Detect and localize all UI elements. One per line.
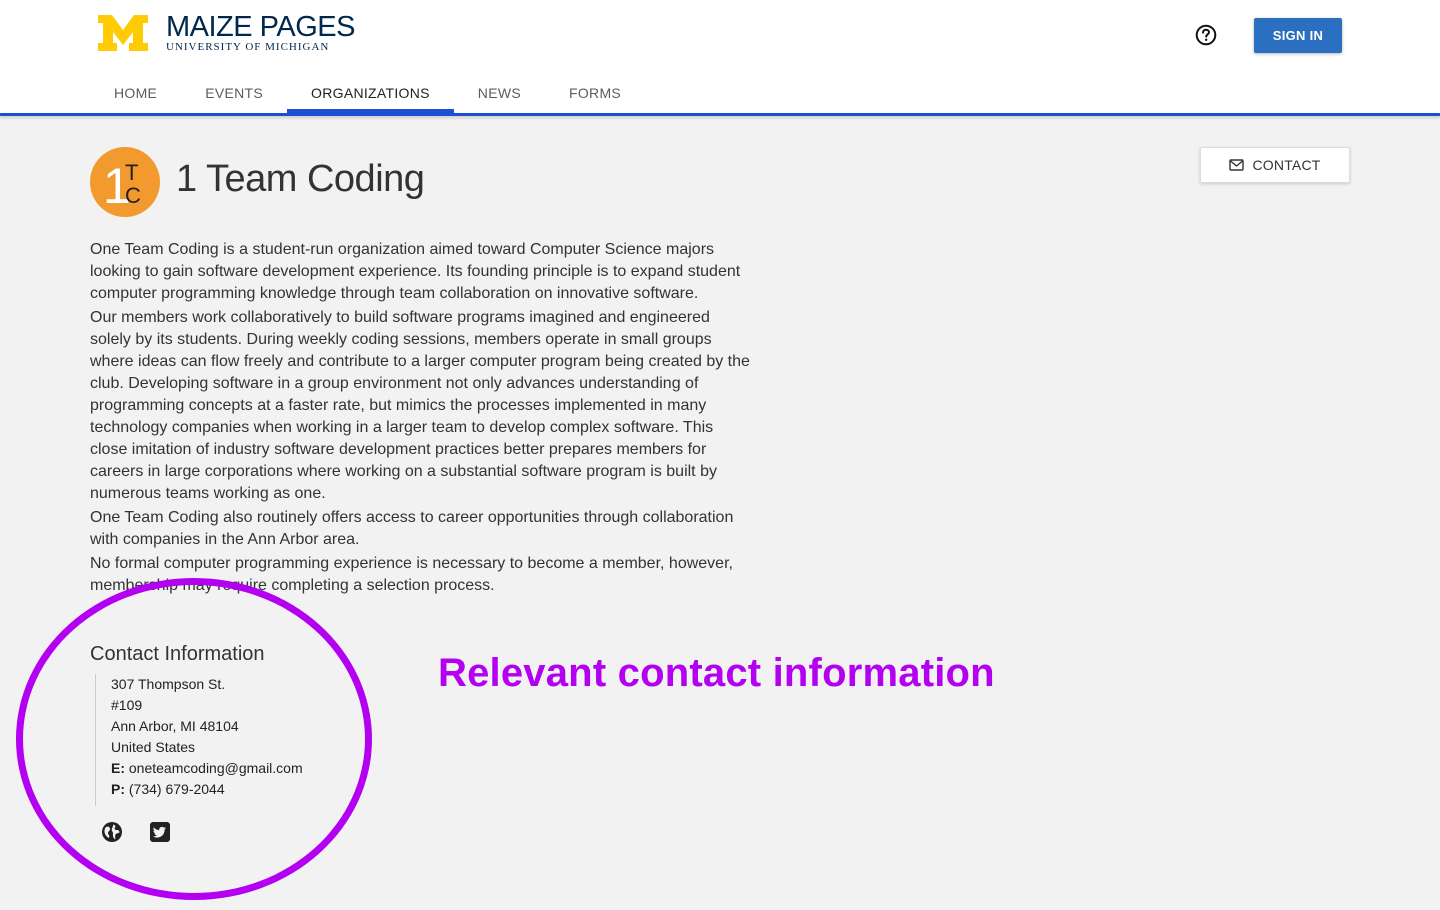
tab-forms[interactable]: FORMS [545,70,645,113]
phone-label: P: [111,781,125,797]
brand-logo[interactable]: MAIZE PAGES UNIVERSITY OF MICHIGAN [97,10,355,53]
social-links [101,821,171,843]
tab-news[interactable]: NEWS [454,70,545,113]
org-name: 1 Team Coding [176,158,425,200]
brand-title: MAIZE PAGES [166,10,355,43]
description-paragraph: No formal computer programming experienc… [90,555,733,594]
contact-phone[interactable]: (734) 679-2044 [129,781,225,797]
contact-info-heading: Contact Information [90,643,265,665]
contact-button[interactable]: CONTACT [1200,147,1350,183]
question-circle-icon [1195,24,1217,46]
org-logo-t: T [125,160,138,185]
sign-in-button[interactable]: SIGN IN [1254,18,1342,53]
contact-address-block: 307 Thompson St. #109 Ann Arbor, MI 4810… [95,674,335,806]
contact-email-row: E: oneteamcoding@gmail.com [111,758,335,779]
globe-icon[interactable] [101,821,123,843]
annotation-label: Relevant contact information [438,651,995,695]
help-button[interactable] [1194,23,1218,47]
description-paragraph: One Team Coding also routinely offers ac… [90,509,734,548]
twitter-icon[interactable] [149,821,171,843]
description-paragraph: One Team Coding is a student-run organiz… [90,241,741,302]
address-line-2: #109 [111,697,143,713]
tab-events[interactable]: EVENTS [181,70,287,113]
brand-text: MAIZE PAGES UNIVERSITY OF MICHIGAN [166,10,355,53]
email-label: E: [111,760,125,776]
contact-phone-row: P: (734) 679-2044 [111,779,335,800]
org-logo-c: C [125,183,141,208]
org-description: One Team Coding is a student-run organiz… [90,239,750,599]
envelope-icon [1229,159,1245,171]
description-paragraph: Our members work collaboratively to buil… [90,309,750,502]
tab-organizations[interactable]: ORGANIZATIONS [287,70,454,113]
brand-subtitle: UNIVERSITY OF MICHIGAN [166,40,330,53]
contact-email[interactable]: oneteamcoding@gmail.com [129,760,303,776]
address-country: United States [111,739,196,755]
address-line-3: Ann Arbor, MI 48104 [111,718,239,734]
org-logo-graphic: 1 T C [103,158,141,214]
address-line-1: 307 Thompson St. [111,676,226,692]
top-navigation-bar: MAIZE PAGES UNIVERSITY OF MICHIGAN SIGN … [0,0,1440,116]
org-logo: 1 T C [90,147,160,217]
main-nav-tabs: HOME EVENTS ORGANIZATIONS NEWS FORMS [90,70,645,113]
block-m-logo [98,15,148,51]
contact-button-label: CONTACT [1252,157,1321,173]
tab-home[interactable]: HOME [90,70,181,113]
